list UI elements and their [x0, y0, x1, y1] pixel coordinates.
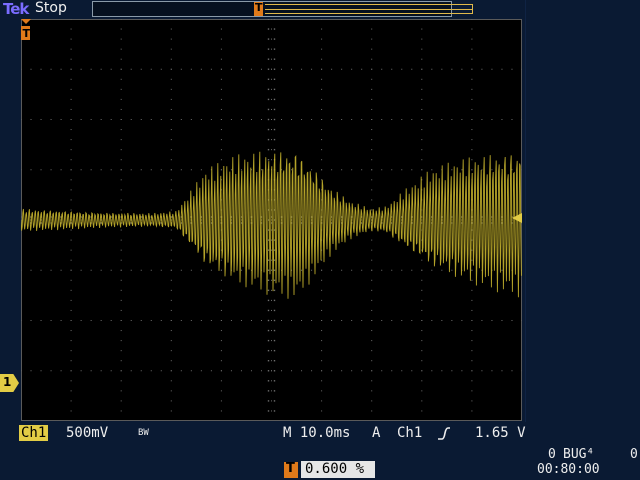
bandwidth-limit-indicator: BW [138, 428, 149, 438]
ch1-trace [21, 151, 522, 299]
ch1-ground-marker-label: 1 [3, 375, 12, 389]
ch1-ground-marker-icon[interactable]: 1 [0, 374, 19, 392]
svg-text:T: T [23, 27, 31, 40]
clock-readout: 00:80:00 [537, 462, 600, 477]
horizontal-timebase: M 10.0ms [283, 425, 351, 441]
side-panel-edge [525, 0, 526, 422]
waveform-graticule [21, 19, 522, 421]
record-trigger-marker-icon [254, 1, 263, 16]
run-state-label: Stop [35, 0, 67, 16]
oscilloscope-screen: Tek Stop T 1 Ch1 500mV BW M 10.0ms A Ch1… [0, 0, 640, 480]
ch1-waveform-path [21, 151, 522, 299]
ch1-vertical-scale: 500mV [66, 425, 109, 441]
counter-value: 0 [548, 447, 556, 462]
record-length-bar[interactable] [92, 1, 473, 17]
trigger-mode: A [372, 425, 381, 441]
ch1-label[interactable]: Ch1 [19, 425, 49, 441]
status-right-value: 0 [630, 447, 638, 462]
trigger-source: Ch1 [397, 425, 423, 441]
trigger-position-value[interactable]: 0.600 % [301, 461, 375, 478]
trigger-position-icon: T [284, 461, 298, 478]
trigger-level: 1.65 V [475, 425, 526, 441]
bug-indicator: BUG⁴ [563, 447, 595, 462]
trigger-position-marker-icon[interactable]: T [21, 19, 31, 41]
rising-edge-icon [438, 427, 450, 440]
brand-logo: Tek [3, 0, 29, 18]
record-view-window [265, 4, 473, 14]
